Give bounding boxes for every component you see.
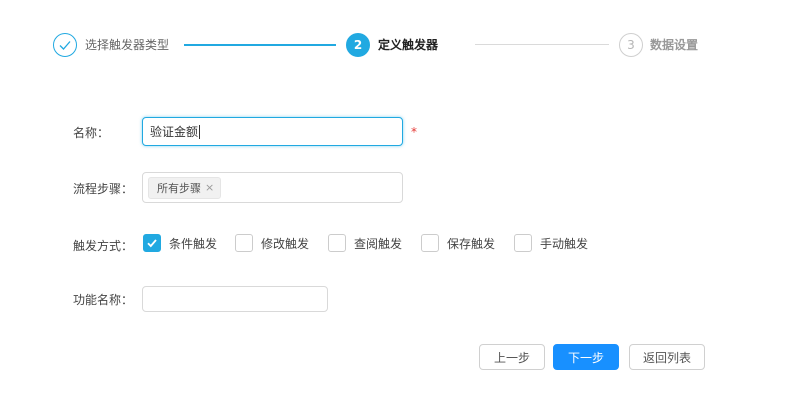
step-3-number: 3 <box>619 33 643 57</box>
flow-step-tag: 所有步骤 × <box>148 176 222 199</box>
trigger-mode-label: 触发方式： <box>73 239 134 253</box>
prev-step-button[interactable]: 上一步 <box>479 344 545 370</box>
next-step-button[interactable]: 下一步 <box>553 344 619 370</box>
trigger-option-label: 查阅触发 <box>354 236 403 251</box>
flow-step-select[interactable]: 所有步骤 × <box>142 172 403 203</box>
text-caret <box>199 124 201 139</box>
trigger-option-label: 条件触发 <box>169 236 218 251</box>
check-icon <box>147 239 157 248</box>
trigger-option-modify[interactable]: 修改触发 <box>235 234 309 252</box>
function-name-input[interactable] <box>142 286 328 312</box>
step-connector-1 <box>184 44 336 46</box>
function-name-label: 功能名称： <box>73 293 134 307</box>
trigger-option-label: 手动触发 <box>540 236 589 251</box>
step-1-done-check-icon <box>53 33 77 57</box>
trigger-option-label: 保存触发 <box>447 236 496 251</box>
step-3-label: 数据设置 <box>650 38 699 52</box>
tag-close-icon[interactable]: × <box>205 181 214 194</box>
step-2-label: 定义触发器 <box>378 38 439 52</box>
name-label: 名称： <box>73 126 110 140</box>
checkbox[interactable] <box>328 234 346 252</box>
trigger-option-view[interactable]: 查阅触发 <box>328 234 402 252</box>
trigger-option-condition[interactable]: 条件触发 <box>143 234 217 252</box>
step-indicator: 选择触发器类型 2 定义触发器 3 数据设置 <box>0 0 790 90</box>
required-mark: * <box>411 125 417 139</box>
back-to-list-button[interactable]: 返回列表 <box>629 344 705 370</box>
checkbox[interactable] <box>514 234 532 252</box>
checkbox-checked[interactable] <box>143 234 161 252</box>
name-input[interactable]: 验证金额 <box>142 117 403 146</box>
trigger-option-save[interactable]: 保存触发 <box>421 234 495 252</box>
checkbox[interactable] <box>235 234 253 252</box>
step-2-number: 2 <box>346 33 370 57</box>
flow-step-tag-label: 所有步骤 <box>157 181 201 195</box>
name-input-value: 验证金额 <box>150 125 199 139</box>
checkbox[interactable] <box>421 234 439 252</box>
trigger-option-manual[interactable]: 手动触发 <box>514 234 588 252</box>
trigger-option-label: 修改触发 <box>261 236 310 251</box>
flow-step-label: 流程步骤： <box>73 182 134 196</box>
step-connector-2 <box>475 44 609 45</box>
step-1-label: 选择触发器类型 <box>85 38 170 52</box>
